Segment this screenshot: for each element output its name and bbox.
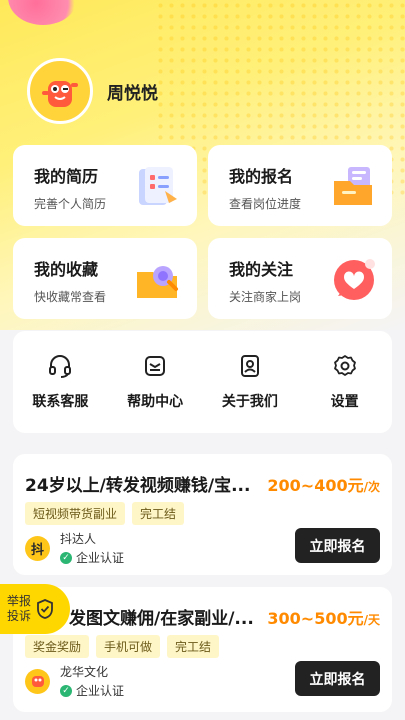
about-icon — [240, 355, 259, 377]
job-poster: 龙华文化 ✓ 企业认证 — [25, 663, 124, 699]
card-subtitle: 查看岗位进度 — [229, 197, 302, 211]
gear-icon — [333, 355, 356, 376]
job-tag: 手机可做 — [96, 635, 161, 658]
shield-check-icon — [37, 599, 53, 619]
favorites-icon — [137, 266, 178, 298]
card-title: 我的收藏 — [34, 260, 99, 279]
service-contact-support[interactable]: 联系客服 — [13, 331, 108, 433]
service-about-us[interactable]: 关于我们 — [203, 331, 298, 433]
job-pay: 200~400元/次 — [267, 476, 380, 495]
card-title: 我的关注 — [229, 260, 294, 279]
job-card[interactable]: 24岁以上/转发视频赚钱/宝... 200~400元/次 短视频带货副业 完工结… — [13, 454, 392, 575]
check-icon: ✓ — [60, 551, 72, 564]
job-pay: 300~500元/天 — [267, 609, 380, 628]
headset-icon — [49, 355, 72, 378]
poster-name: 抖达人 — [60, 532, 97, 546]
card-my-resume[interactable]: 我的简历 完善个人简历 — [13, 145, 197, 226]
apply-button[interactable]: 立即报名 — [295, 528, 380, 563]
job-poster: 抖 抖达人 ✓ 企业认证 — [25, 530, 124, 566]
service-label: 关于我们 — [221, 394, 278, 410]
help-icon — [145, 356, 166, 376]
apply-button[interactable]: 立即报名 — [295, 661, 380, 696]
job-tags: 奖金奖励 手机可做 完工结 — [25, 635, 220, 658]
heart-chat-icon — [334, 259, 375, 300]
poster-name: 龙华文化 — [60, 665, 109, 679]
service-label: 设置 — [330, 394, 359, 410]
service-label: 帮助中心 — [127, 394, 184, 410]
card-my-follows[interactable]: 我的关注 关注商家上岗 — [208, 238, 392, 319]
resume-icon — [139, 167, 177, 205]
decor-blob — [8, 0, 78, 25]
service-settings[interactable]: 设置 — [297, 331, 392, 433]
job-tag: 短视频带货副业 — [25, 502, 126, 525]
card-my-favorites[interactable]: 我的收藏 快收藏常查看 — [13, 238, 197, 319]
job-tags: 短视频带货副业 完工结 — [25, 502, 185, 525]
report-label: 举报投诉 — [7, 594, 32, 623]
service-label: 联系客服 — [32, 394, 89, 410]
job-tag: 完工结 — [167, 635, 220, 658]
mascot-logo-icon — [31, 676, 44, 687]
job-title: 24岁以上/转发视频赚钱/宝... — [25, 476, 251, 496]
verification-badge: ✓ 企业认证 — [60, 682, 124, 699]
services-panel: 联系客服 帮助中心 关于我们 设置 — [13, 331, 392, 433]
card-subtitle: 快收藏常查看 — [34, 290, 107, 304]
mascot-avatar-icon — [42, 81, 78, 107]
job-title: 发图文赚佣/在家副业/... — [69, 609, 254, 629]
check-icon: ✓ — [60, 684, 72, 697]
avatar[interactable] — [27, 58, 93, 124]
service-help-center[interactable]: 帮助中心 — [108, 331, 203, 433]
card-title: 我的简历 — [34, 167, 99, 186]
folder-icon — [334, 167, 372, 205]
poster-logo — [25, 668, 50, 694]
job-tag: 完工结 — [132, 502, 185, 525]
profile[interactable]: 周悦悦 — [27, 58, 158, 124]
card-title: 我的报名 — [229, 167, 294, 186]
card-subtitle: 完善个人简历 — [34, 197, 107, 211]
verification-badge: ✓ 企业认证 — [60, 549, 124, 566]
card-subtitle: 关注商家上岗 — [229, 290, 302, 304]
job-tag: 奖金奖励 — [25, 635, 90, 658]
report-button[interactable]: 举报投诉 — [0, 584, 70, 634]
poster-logo: 抖 — [25, 535, 50, 561]
card-my-applications[interactable]: 我的报名 查看岗位进度 — [208, 145, 392, 226]
user-name: 周悦悦 — [107, 83, 158, 104]
